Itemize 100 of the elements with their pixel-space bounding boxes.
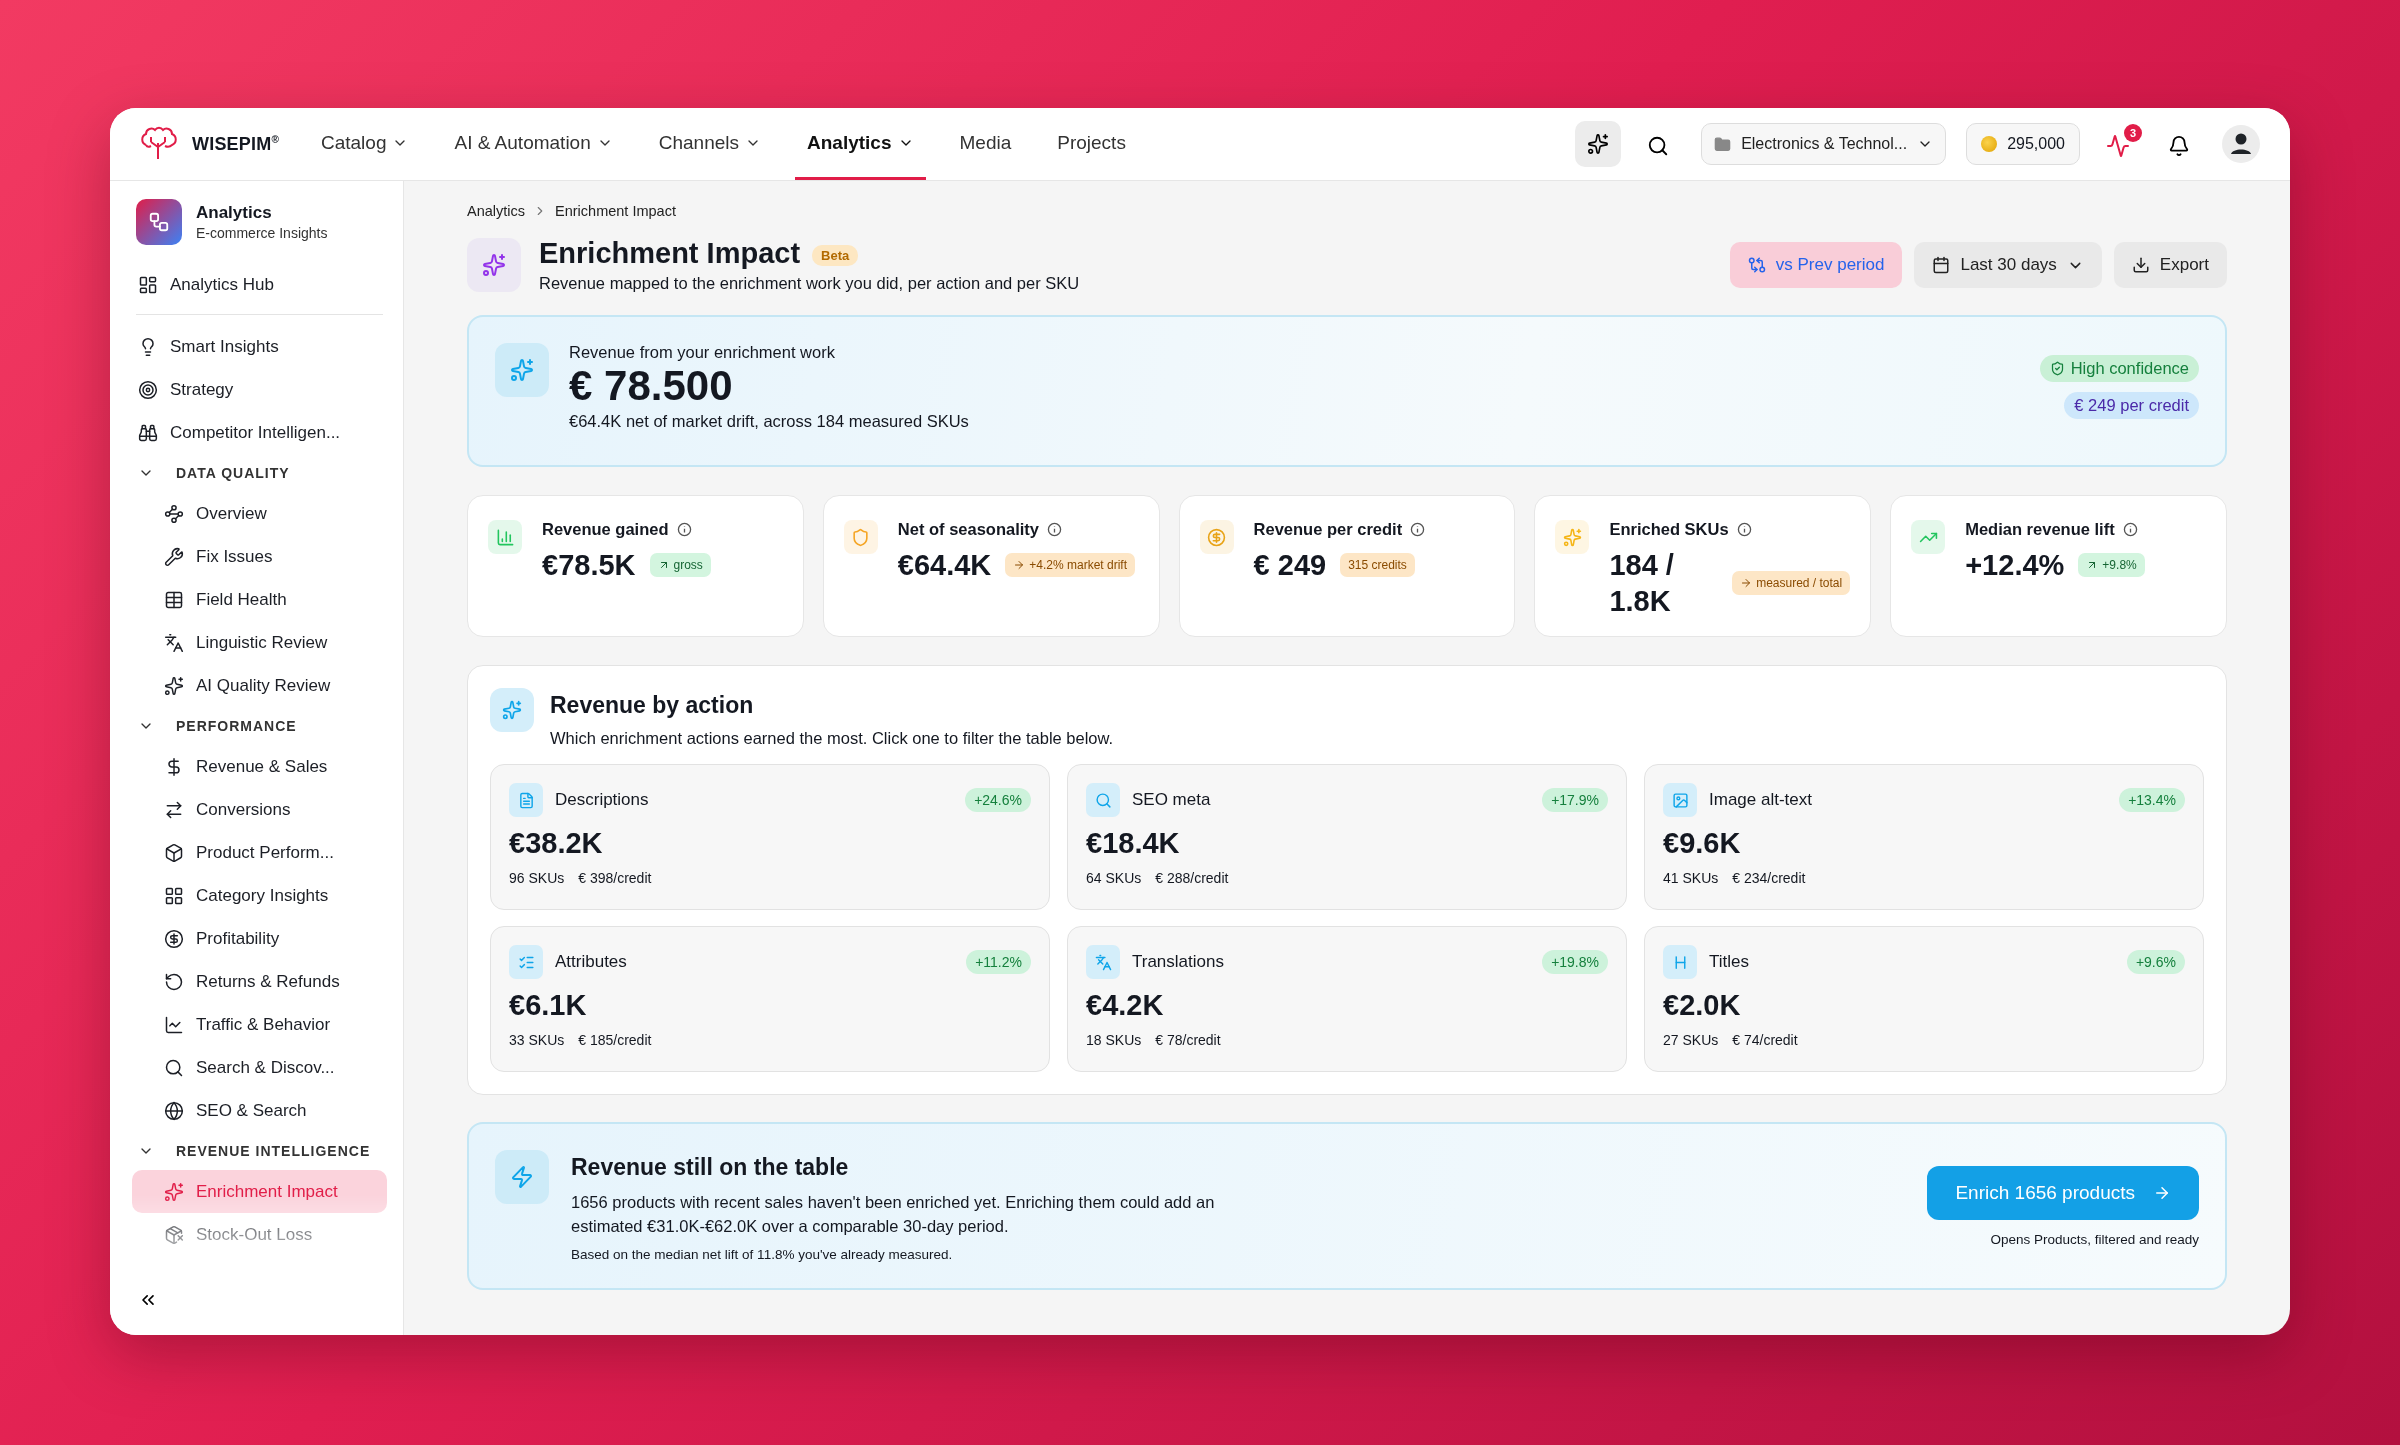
document-icon [509, 783, 543, 817]
sidebar-item[interactable]: Linguistic Review [132, 621, 387, 664]
sidebar-item[interactable]: SEO & Search [132, 1089, 387, 1132]
per-credit: € 288/credit [1155, 870, 1229, 886]
search-icon [1086, 783, 1120, 817]
sidebar-item[interactable]: Competitor Intelligen... [132, 411, 387, 454]
summary-note: €64.4K net of market drift, across 184 measured SKUs [569, 412, 969, 432]
arrow-right-icon [1740, 577, 1753, 590]
nav-tab[interactable]: Channels [646, 108, 773, 180]
workspace-select[interactable]: Electronics & Technol... [1701, 123, 1947, 165]
ai-assistant-button[interactable] [1575, 121, 1622, 167]
shield-icon [2049, 361, 2065, 376]
line-chart-icon [164, 1014, 184, 1035]
sidebar-item[interactable]: Profitability [132, 917, 387, 960]
bell-icon [2168, 135, 2190, 157]
action-card[interactable]: Image alt-text +13.4% €9.6K 41 SKUs € 234/credit [1644, 764, 2204, 910]
kpi-value: €64.4K [897, 548, 992, 583]
arrow-right-icon [1013, 559, 1026, 572]
panel-title: Revenue by action [550, 692, 755, 719]
nav-tab[interactable]: Catalog [309, 108, 421, 180]
sidebar-item[interactable]: Search & Discov... [132, 1046, 387, 1089]
return-icon [164, 971, 184, 992]
translate-icon [1086, 945, 1120, 979]
action-value: €6.1K [509, 989, 588, 1022]
calendar-icon [1932, 256, 1951, 274]
sidebar-item[interactable]: Field Health [132, 578, 387, 621]
delta-badge: +11.2% [966, 950, 1031, 974]
action-card[interactable]: SEO meta +17.9% €18.4K 64 SKUs € 288/credit [1067, 764, 1627, 910]
action-value: €38.2K [509, 827, 604, 860]
nav-tab[interactable]: Projects [1045, 108, 1138, 180]
opportunity-text: 1656 products with recent sales haven't been enriched yet. Enriching them could add an estimated €31.0K-€62.0K over a comparable 30-day period. [571, 1192, 1216, 1237]
sidebar-item[interactable]: Smart Insights [132, 325, 387, 368]
action-card[interactable]: Titles +9.6% €2.0K 27 SKUs € 74/credit [1644, 926, 2204, 1072]
sparkles-icon [164, 675, 184, 696]
section-toggle[interactable]: REVENUE INTELLIGENCE [132, 1132, 387, 1170]
summary-label: Revenue from your enrichment work [569, 343, 836, 362]
sidebar-item[interactable]: Revenue & Sales [132, 745, 387, 788]
sidebar-subtitle: E-commerce Insights [196, 225, 328, 241]
action-value: €18.4K [1086, 827, 1181, 860]
sparkles-icon [490, 688, 534, 732]
search-icon [164, 1057, 184, 1078]
action-card[interactable]: Translations +19.8% €4.2K 18 SKUs € 78/credit [1067, 926, 1627, 1072]
nav-tab[interactable]: AI & Automation [442, 108, 625, 180]
kpi-badge: +9.8% [2078, 553, 2145, 578]
folder-icon [1714, 135, 1732, 153]
delta-badge: +19.8% [1542, 950, 1608, 974]
section-toggle[interactable]: DATA QUALITY [132, 454, 387, 492]
coin-icon [164, 928, 184, 949]
kpi-label: Revenue gained [542, 520, 669, 539]
nav-tab[interactable]: Analytics [795, 108, 926, 180]
sidebar-item[interactable]: Product Perform... [132, 831, 387, 874]
sparkles-icon [1587, 133, 1610, 155]
dashboard-icon [138, 274, 158, 295]
action-card[interactable]: Attributes +11.2% €6.1K 33 SKUs € 185/credit [490, 926, 1050, 1072]
sidebar-item[interactable]: Returns & Refunds [132, 960, 387, 1003]
per-credit: € 185/credit [578, 1032, 652, 1048]
action-label: Descriptions [555, 790, 649, 810]
breadcrumb-item[interactable]: Enrichment Impact [555, 203, 676, 219]
avatar-icon[interactable] [2222, 125, 2260, 163]
export-button[interactable]: Export [2113, 242, 2227, 288]
info-icon[interactable] [1047, 522, 1062, 537]
sidebar-item[interactable]: Traffic & Behavior [132, 1003, 387, 1046]
kpi-label: Revenue per credit [1253, 520, 1403, 539]
sku-count: 96 SKUs [509, 870, 565, 886]
breadcrumb-item[interactable]: Analytics [467, 203, 526, 219]
coin-icon [1981, 136, 1998, 152]
activity-button[interactable]: 3 [2100, 124, 2142, 164]
grid-icon [164, 885, 184, 906]
info-icon[interactable] [676, 522, 692, 537]
opportunity-title: Revenue still on the table [571, 1154, 850, 1181]
arrow-right-icon [2153, 1184, 2171, 1202]
rate-badge: € 249 per credit [2064, 392, 2199, 419]
sidebar-item[interactable]: AI Quality Review [132, 664, 387, 707]
per-credit: € 78/credit [1155, 1032, 1221, 1048]
sidebar-item[interactable]: Conversions [132, 788, 387, 831]
sidebar-item[interactable]: Analytics Hub [132, 263, 387, 306]
info-icon[interactable] [1736, 522, 1752, 537]
globe-icon [164, 1100, 184, 1121]
image-icon [1663, 783, 1697, 817]
sidebar-item[interactable]: Overview [132, 492, 387, 535]
confidence-badge: High confidence [2039, 355, 2199, 382]
info-icon[interactable] [2122, 522, 2138, 537]
translate-icon [164, 632, 184, 653]
sidebar-item[interactable]: Category Insights [132, 874, 387, 917]
section-toggle[interactable]: PERFORMANCE [132, 707, 387, 745]
action-card[interactable]: Descriptions +24.6% €38.2K 96 SKUs € 398/credit [490, 764, 1050, 910]
action-value: €9.6K [1663, 827, 1742, 860]
action-value: €2.0K [1663, 989, 1742, 1022]
credits-balance: 295,000 [1966, 123, 2080, 165]
date-range-dropdown[interactable]: Last 30 days [1914, 242, 2102, 288]
kpi-label: Median revenue lift [1965, 520, 2115, 539]
info-icon[interactable] [1410, 522, 1426, 537]
sidebar-item[interactable]: Fix Issues [132, 535, 387, 578]
pulse-icon [2106, 134, 2130, 158]
sku-count: 64 SKUs [1086, 870, 1142, 886]
nav-tab[interactable]: Media [947, 108, 1024, 180]
kpi-badge: gross [649, 553, 711, 578]
compare-toggle[interactable]: vs Prev period [1729, 242, 1903, 288]
kpi-badge: measured / total [1732, 571, 1851, 596]
sidebar-item[interactable]: Strategy [132, 368, 387, 411]
